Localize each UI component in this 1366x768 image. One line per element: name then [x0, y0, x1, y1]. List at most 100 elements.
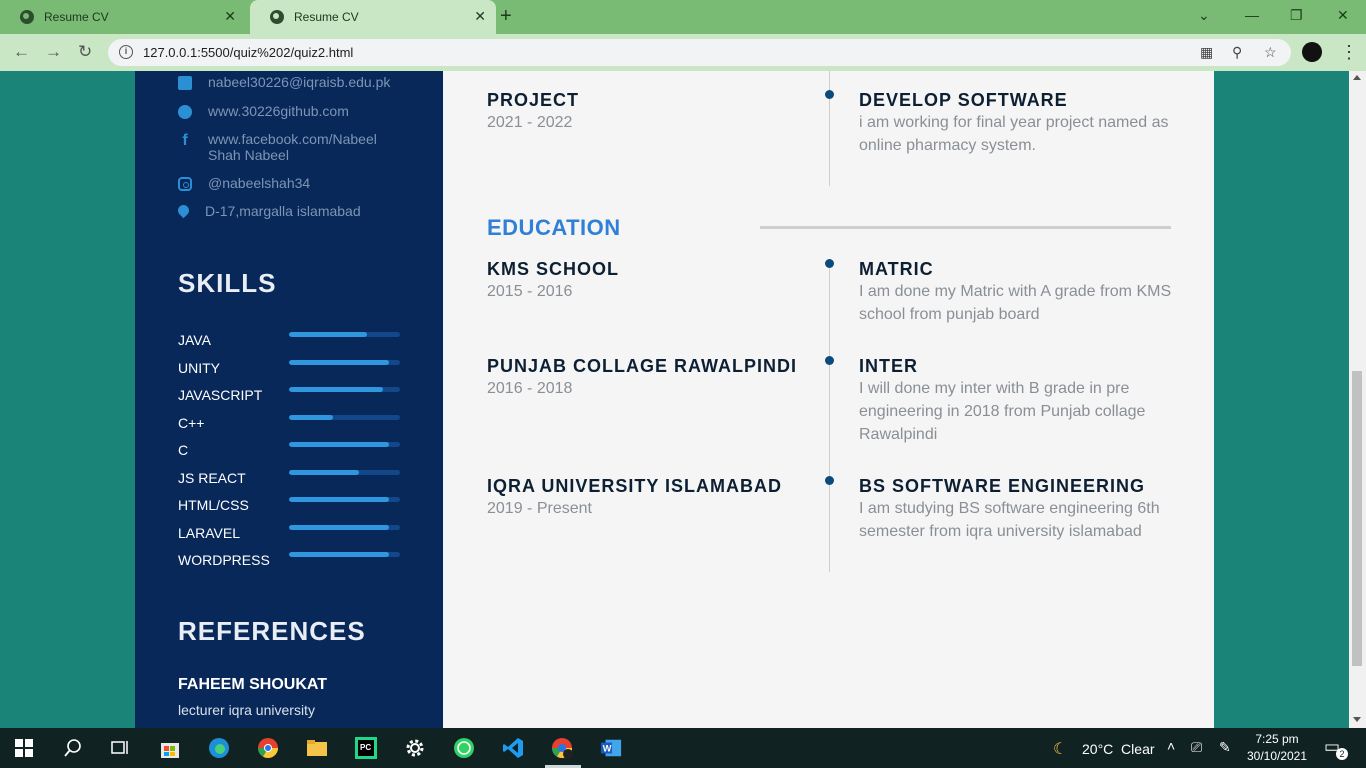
close-tab-icon[interactable]: ✕	[224, 9, 236, 23]
close-window-button[interactable]: ✕	[1337, 7, 1349, 24]
skill-name: JS REACT	[178, 470, 246, 486]
education-years: 2015 - 2016	[487, 283, 573, 300]
store-icon[interactable]	[159, 737, 181, 759]
task-view-icon[interactable]	[109, 737, 131, 759]
chrome-icon[interactable]	[257, 737, 279, 759]
education-degree: MATRIC	[859, 259, 934, 279]
skill-bar	[289, 552, 400, 557]
skill-fill	[289, 497, 389, 502]
skill-name: HTML/CSS	[178, 497, 249, 513]
project-title: PROJECT	[487, 90, 580, 110]
profile-avatar[interactable]	[1302, 42, 1322, 62]
site-info-icon[interactable]: i	[119, 45, 133, 59]
reload-button[interactable]: ↻	[78, 42, 92, 62]
skill-bar	[289, 415, 400, 420]
education-school: IQRA UNIVERSITY ISLAMABAD	[487, 476, 783, 496]
skill-name: JAVASCRIPT	[178, 387, 263, 403]
skill-name: C++	[178, 415, 205, 431]
timeline-dot	[825, 356, 834, 365]
education-heading: EDUCATION	[487, 215, 621, 240]
skill-fill	[289, 387, 384, 392]
skill-bar	[289, 442, 400, 447]
clock-date[interactable]: 30/10/2021	[1244, 749, 1310, 763]
settings-gear-icon[interactable]	[404, 737, 426, 759]
tab-title: Resume CV	[44, 10, 109, 24]
file-explorer-icon[interactable]	[306, 737, 328, 759]
skill-fill	[289, 552, 389, 557]
education-description: I am done my Matric with A grade from KM…	[859, 283, 1172, 323]
browser-tab-1[interactable]: Resume CV ✕	[0, 0, 246, 34]
references-heading: REFERENCES	[178, 616, 366, 646]
education-school: PUNJAB COLLAGE RAWALPINDI	[487, 356, 798, 376]
edge-icon[interactable]	[208, 737, 230, 759]
bookmark-star-icon[interactable]: ☆	[1264, 44, 1277, 61]
contact-instagram: @nabeelshah34	[178, 175, 310, 191]
show-hidden-icons-chevron-icon[interactable]: ˄	[1167, 738, 1175, 754]
location-pin-icon	[175, 202, 192, 219]
pycharm-icon[interactable]: PC	[355, 737, 377, 759]
instagram-icon	[178, 177, 192, 191]
new-tab-button[interactable]: +	[500, 6, 512, 26]
globe-icon	[270, 10, 284, 24]
location-text: D-17,margalla islamabad	[205, 203, 361, 219]
contact-location: D-17,margalla islamabad	[175, 202, 361, 219]
close-tab-icon[interactable]: ✕	[474, 9, 486, 23]
browser-tab-2[interactable]: Resume CV ✕	[250, 0, 496, 34]
skill-fill	[289, 442, 389, 447]
contact-website: www.30226github.com	[178, 103, 349, 119]
facebook-text: www.facebook.com/Nabeel Shah Nabeel	[208, 131, 377, 163]
skill-bar	[289, 497, 400, 502]
email-icon	[178, 76, 192, 90]
skill-name: C	[178, 442, 189, 458]
project-years: 2021 - 2022	[487, 114, 573, 131]
minimize-button[interactable]: —	[1245, 7, 1259, 23]
skills-heading: SKILLS	[178, 268, 277, 298]
skill-name: JAVA	[178, 332, 211, 348]
skill-fill	[289, 360, 389, 365]
tab-strip: Resume CV ✕ Resume CV ✕ + ⌄ — ❐ ✕	[0, 0, 1366, 34]
restore-button[interactable]: ❐	[1290, 7, 1303, 24]
whatsapp-icon[interactable]	[453, 737, 475, 759]
svg-text:W: W	[603, 744, 612, 754]
scroll-down-icon[interactable]	[1353, 717, 1361, 722]
contact-facebook: f www.facebook.com/Nabeel Shah Nabeel	[178, 131, 398, 163]
education-description: I will done my inter with B grade in pre…	[859, 380, 1146, 443]
chrome-profile-icon[interactable]	[551, 737, 573, 759]
omnibox[interactable]: i 127.0.0.1:5500/quiz%202/quiz2.html ▦ ⚲…	[108, 39, 1291, 66]
scroll-up-icon[interactable]	[1353, 75, 1361, 80]
timeline-dot	[825, 476, 834, 485]
education-years: 2016 - 2018	[487, 380, 573, 397]
svg-text:PC: PC	[360, 743, 371, 752]
url-text[interactable]: 127.0.0.1:5500/quiz%202/quiz2.html	[143, 45, 353, 60]
tab-search-chevron-icon[interactable]: ⌄	[1198, 7, 1210, 24]
windows-start-icon[interactable]	[15, 739, 33, 757]
skill-fill	[289, 470, 359, 475]
vscode-icon[interactable]	[502, 737, 524, 759]
scrollbar-thumb[interactable]	[1352, 371, 1362, 666]
skill-name: UNITY	[178, 360, 220, 376]
network-icon[interactable]: ⎚	[1191, 739, 1202, 756]
education-degree: INTER	[859, 356, 918, 376]
page-scrollbar[interactable]	[1349, 71, 1366, 728]
forward-button[interactable]: →	[45, 42, 62, 62]
clock-time[interactable]: 7:25 pm	[1244, 732, 1310, 746]
contact-email: nabeel30226@iqraisb.edu.pk	[178, 74, 390, 90]
search-icon[interactable]	[62, 737, 84, 759]
skill-bar	[289, 470, 400, 475]
skill-bar	[289, 360, 400, 365]
skill-fill	[289, 415, 334, 420]
pen-icon[interactable]: ✎	[1219, 739, 1231, 756]
qr-code-icon[interactable]: ▦	[1200, 44, 1213, 61]
weather-text[interactable]: 20°C Clear	[1082, 741, 1155, 757]
education-school: KMS SCHOOL	[487, 259, 620, 279]
back-button[interactable]: ←	[13, 42, 30, 62]
word-icon[interactable]: W	[600, 737, 622, 759]
skill-bar	[289, 387, 400, 392]
skill-name: LARAVEL	[178, 525, 240, 541]
skill-bar	[289, 332, 400, 337]
project-role: DEVELOP SOFTWARE	[859, 90, 1068, 110]
zoom-icon[interactable]: ⚲	[1232, 44, 1242, 61]
menu-icon[interactable]: ⋮	[1340, 39, 1358, 65]
instagram-text: @nabeelshah34	[208, 175, 311, 191]
skill-bar	[289, 525, 400, 530]
